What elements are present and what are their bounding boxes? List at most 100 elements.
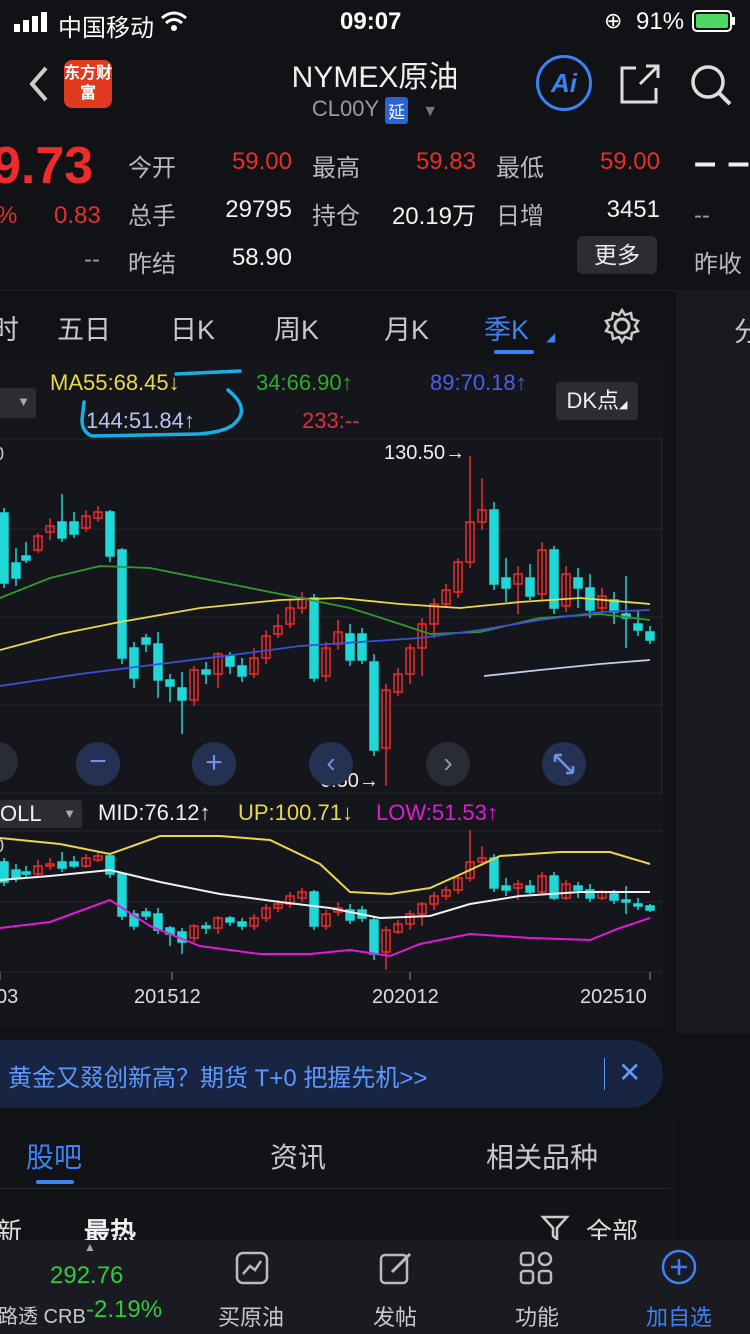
signal-icon [14,12,47,32]
boll-candle-body [573,885,583,891]
tab-underline [494,350,534,354]
boll-candle-body [309,891,319,927]
tab-related[interactable]: 相关品种 [486,1136,598,1176]
label-prev-close: 昨收 [694,251,742,278]
candle-body [309,597,319,679]
change-value: 0.83 [54,202,101,229]
boll-candle-body [57,861,67,869]
value-prev-settle: 58.90 [231,244,292,271]
candle-body [0,512,9,584]
tab-day-k[interactable]: 日K [170,308,215,347]
scroll-left-button[interactable]: ‹ [309,742,353,786]
right-tab[interactable]: 分 [734,310,750,349]
boll-candle-body [501,885,511,891]
label-high: 最高 [312,155,360,182]
annotation-circle [80,369,244,438]
candle-body [21,555,31,561]
boll-candle-body [621,899,631,903]
add-circle-icon [661,1249,697,1285]
boll-up-label: UP:100.71↓ [238,800,353,825]
candle-body [357,633,367,661]
label-daily-inc: 日增 [496,203,544,230]
expand-icon [553,753,575,775]
tab-five-day[interactable]: 五日 [57,308,111,347]
ma144-line [483,659,651,677]
candle-body [501,577,511,589]
boll-chart[interactable] [0,830,663,980]
index-value[interactable]: 292.76 [50,1262,123,1290]
fullscreen-button[interactable] [542,742,586,786]
caret-up-icon: ▲ [84,1240,96,1254]
boll-candle-body [21,871,31,875]
tab-month-k[interactable]: 月K [384,308,429,347]
nav-add-watchlist[interactable]: 加自选 [634,1300,724,1332]
banner-text: 黄金又叕创新高？期货 T+0 把握先机>> [8,1065,428,1092]
boll-mid-label: MID:76.12↑ [98,800,211,825]
tab-dropdown-icon: ◢ [546,330,556,344]
right-dash: -- [694,202,710,229]
tab-news[interactable]: 资讯 [270,1136,326,1176]
boll-candle-body [633,903,643,907]
dk-dropdown-icon: ◢ [619,399,628,411]
filter-icon[interactable] [540,1214,570,1242]
boll-candle-body [525,885,535,893]
boll-select[interactable]: OLL ▼ [0,800,82,828]
x-axis-label-4: 202510 [580,986,647,1008]
index-name[interactable]: 路透 CRB [0,1300,86,1329]
value-high: 59.83 [415,148,476,175]
settings-gear-icon[interactable] [604,308,640,344]
tab-time[interactable]: 时 [0,308,19,347]
label-open: 今开 [128,155,176,182]
zoom-in-button[interactable]: + [192,742,236,786]
nav-functions[interactable]: 功能 [492,1300,582,1332]
divider [0,1188,670,1189]
candle-body [225,655,235,667]
value-daily-inc: 3451 [606,196,660,223]
x-axis-label-3: 202012 [372,986,439,1008]
index-change: -2.19% [86,1296,163,1323]
nav-post[interactable]: 发帖 [350,1300,440,1332]
candle-body [573,577,583,589]
search-icon[interactable] [688,62,734,108]
ai-button[interactable]: Ai [536,55,592,111]
banner-divider [604,1058,605,1090]
nav-buy-oil[interactable]: 买原油 [206,1300,296,1332]
ma233-label: 233:-- [302,408,360,433]
boll-candle-body [489,857,499,889]
more-button[interactable]: 更多 [577,236,657,274]
tab-week-k[interactable]: 周K [274,308,319,347]
boll-candle-body [225,917,235,923]
label-position: 持仓 [312,203,360,230]
candle-body [153,643,163,681]
boll-candle-body [237,921,247,927]
candle-body [345,633,355,661]
right-dash-big: – – [694,140,750,184]
dk-point-label: DK点 [566,388,620,413]
chevron-down-icon: ▼ [422,103,439,120]
tab-quarter-k[interactable]: 季K [484,308,529,347]
banner-close-icon[interactable]: ✕ [618,1056,641,1089]
candle-body [369,661,379,751]
dk-point-button[interactable]: DK点◢ [556,382,638,420]
right-panel [676,290,750,1034]
chevron-down-icon: ▼ [63,806,76,821]
contract-code-text: CL00Y [311,96,380,121]
candle-body [141,637,151,645]
value-volume: 29795 [225,196,292,223]
delay-badge: 延 [385,96,409,124]
candle-body [11,562,21,579]
indicator-select[interactable]: ▼ [0,388,36,418]
max-price-label: 130.50→ [384,442,466,464]
tab-guba[interactable]: 股吧 [26,1136,82,1176]
status-bar: 中国移动 09:07 ⊕ 91% [0,0,750,42]
value-low: 59.00 [599,148,660,175]
clock: 09:07 [340,8,402,35]
scroll-right-button[interactable]: › [426,742,470,786]
promo-banner[interactable]: 黄金又叕创新高？期货 T+0 把握先机>> ✕ [0,1040,663,1108]
label-volume: 总手 [128,203,176,230]
change-pct: % [0,202,17,230]
boll-axis-top: 0 [0,836,4,857]
boll-low-label: LOW:51.53↑ [376,800,498,825]
share-icon[interactable] [618,62,662,106]
zoom-out-button[interactable]: − [76,742,120,786]
